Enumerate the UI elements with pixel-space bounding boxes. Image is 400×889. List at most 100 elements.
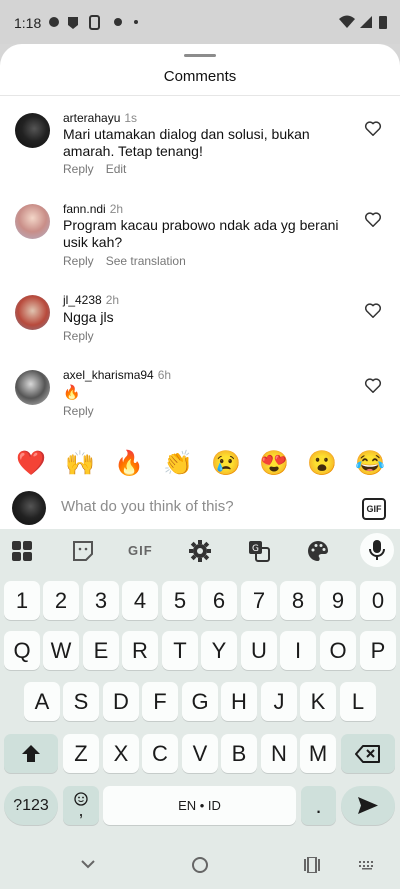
emoji-laughing[interactable]: 😂: [355, 450, 385, 478]
key-o[interactable]: O: [320, 631, 356, 670]
key-1[interactable]: 1: [4, 581, 40, 620]
comments-sheet: Comments arterahayu 1s Mari utamakan dial…: [0, 44, 400, 529]
emoji-clap[interactable]: 👏: [163, 450, 193, 478]
backspace-icon: [355, 745, 380, 763]
key-m[interactable]: M: [300, 734, 336, 773]
edit-button[interactable]: Edit: [106, 162, 127, 176]
key-c[interactable]: C: [142, 734, 178, 773]
key-s[interactable]: S: [63, 682, 99, 721]
avatar[interactable]: [15, 204, 50, 239]
key-6[interactable]: 6: [201, 581, 237, 620]
key-r[interactable]: R: [122, 631, 158, 670]
reply-button[interactable]: Reply: [63, 254, 94, 268]
translate-icon[interactable]: G: [247, 539, 271, 563]
reply-button[interactable]: Reply: [63, 329, 94, 343]
key-k[interactable]: K: [300, 682, 336, 721]
key-l[interactable]: L: [340, 682, 376, 721]
recents-icon[interactable]: [303, 857, 321, 873]
heart-icon[interactable]: [364, 377, 382, 394]
key-0[interactable]: 0: [360, 581, 396, 620]
key-p[interactable]: P: [360, 631, 396, 670]
emoji-fire[interactable]: 🔥: [114, 450, 144, 478]
comment-item: fann.ndi 2h Program kacau prabowo ndak ad…: [0, 200, 400, 270]
voice-input-button[interactable]: [360, 533, 394, 567]
key-z[interactable]: Z: [63, 734, 99, 773]
settings-gear-icon[interactable]: [188, 539, 212, 563]
key-n[interactable]: N: [261, 734, 297, 773]
key-v[interactable]: V: [182, 734, 218, 773]
backspace-key[interactable]: [341, 734, 395, 773]
key-8[interactable]: 8: [280, 581, 316, 620]
drag-handle[interactable]: [184, 54, 216, 57]
status-time: 1:18: [14, 15, 42, 31]
comment-item: jl_4238 2h Ngga jls Reply: [0, 291, 400, 345]
emoji-surprised[interactable]: 😮: [307, 450, 337, 478]
key-d[interactable]: D: [103, 682, 139, 721]
gif-tab[interactable]: GIF: [128, 543, 153, 558]
key-j[interactable]: J: [261, 682, 297, 721]
gif-button[interactable]: GIF: [362, 498, 386, 520]
send-arrow-icon: [358, 797, 378, 814]
comment-item: axel_kharisma94 6h 🔥 Reply: [0, 366, 400, 420]
apps-grid-icon[interactable]: [10, 539, 34, 563]
sticker-icon[interactable]: [71, 539, 95, 563]
key-f[interactable]: F: [142, 682, 178, 721]
reply-button[interactable]: Reply: [63, 404, 94, 418]
notification-icons: [49, 15, 138, 30]
comment-actions: Reply See translation: [63, 254, 198, 268]
key-e[interactable]: E: [83, 631, 119, 670]
avatar[interactable]: [15, 113, 50, 148]
keyboard-switcher-icon[interactable]: [358, 860, 376, 870]
key-w[interactable]: W: [43, 631, 79, 670]
emoji-crying[interactable]: 😢: [211, 450, 241, 478]
emoji-raised-hands[interactable]: 🙌: [65, 450, 95, 478]
key-5[interactable]: 5: [162, 581, 198, 620]
period-key[interactable]: .: [301, 786, 336, 825]
comment-input[interactable]: What do you think of this?: [61, 498, 234, 515]
key-2[interactable]: 2: [43, 581, 79, 620]
comment-time: 2h: [109, 202, 124, 216]
key-i[interactable]: I: [280, 631, 316, 670]
key-t[interactable]: T: [162, 631, 198, 670]
avatar[interactable]: [15, 295, 50, 330]
reply-button[interactable]: Reply: [63, 162, 94, 176]
key-b[interactable]: B: [221, 734, 257, 773]
key-h[interactable]: H: [221, 682, 257, 721]
emoji-quick-bar: ❤️ 🙌 🔥 👏 😢 😍 😮 😂: [0, 442, 400, 486]
avatar[interactable]: [15, 370, 50, 405]
key-u[interactable]: U: [241, 631, 277, 670]
key-4[interactable]: 4: [122, 581, 158, 620]
shift-key[interactable]: [4, 734, 58, 773]
heart-icon[interactable]: [364, 302, 382, 319]
comment-username[interactable]: axel_kharisma94: [63, 368, 154, 382]
system-icons: [339, 15, 387, 29]
key-x[interactable]: X: [103, 734, 139, 773]
chevron-down-icon[interactable]: [80, 858, 96, 870]
send-key[interactable]: [341, 786, 395, 825]
emoji-heart[interactable]: ❤️: [16, 450, 46, 478]
comment-username[interactable]: arterahayu: [63, 111, 120, 125]
theme-palette-icon[interactable]: [306, 539, 330, 563]
emoji-heart-eyes[interactable]: 😍: [259, 450, 289, 478]
space-key[interactable]: EN • ID: [103, 786, 296, 825]
symbols-key[interactable]: ?123: [4, 786, 58, 825]
key-y[interactable]: Y: [201, 631, 237, 670]
keyboard: GIF G 1 2 3 4 5 6 7 8 9 0 Q W E R T Y U …: [0, 529, 400, 889]
key-q[interactable]: Q: [4, 631, 40, 670]
comment-username[interactable]: jl_4238: [63, 293, 102, 307]
comment-time: 1s: [124, 111, 138, 125]
heart-icon[interactable]: [364, 120, 382, 137]
key-3[interactable]: 3: [83, 581, 119, 620]
home-icon[interactable]: [191, 856, 209, 874]
heart-icon[interactable]: [364, 211, 382, 228]
key-a[interactable]: A: [24, 682, 60, 721]
key-g[interactable]: G: [182, 682, 218, 721]
key-9[interactable]: 9: [320, 581, 356, 620]
comment-text: Mari utamakan dialog dan solusi, bukan a…: [63, 126, 310, 159]
status-bar: 1:18: [0, 0, 400, 44]
see-translation-button[interactable]: See translation: [106, 254, 186, 268]
comment-actions: Reply Edit: [63, 162, 138, 176]
key-7[interactable]: 7: [241, 581, 277, 620]
emoji-comma-key[interactable]: ,: [63, 786, 99, 825]
comment-username[interactable]: fann.ndi: [63, 202, 106, 216]
